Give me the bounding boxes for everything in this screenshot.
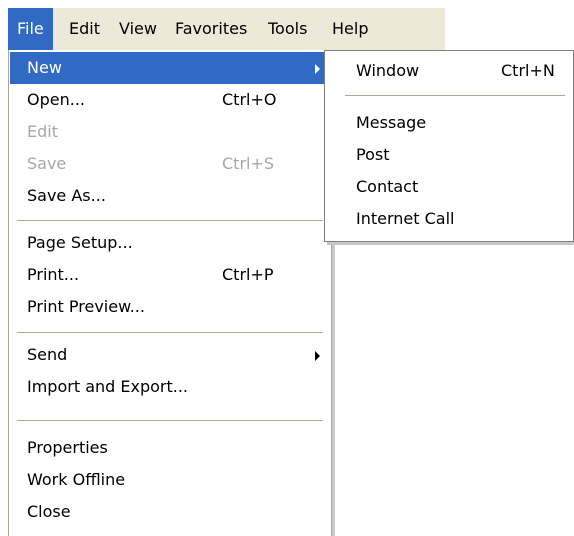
- screenshot-stage: File Edit View Favorites Tools Help New …: [0, 0, 574, 536]
- menu-item-label: Print Preview...: [27, 297, 145, 316]
- menu-item-label: Save As...: [27, 186, 106, 205]
- menu-item-label: Print...: [27, 265, 80, 284]
- menu-separator: [345, 95, 565, 97]
- menu-item-label: Window: [356, 61, 420, 80]
- menu-item-new[interactable]: New: [10, 52, 330, 84]
- menu-item-label: Contact: [356, 177, 419, 196]
- menu-item-label: Properties: [27, 438, 108, 457]
- menu-item-import-export[interactable]: Import and Export...: [10, 371, 330, 403]
- menu-item-print-preview[interactable]: Print Preview...: [10, 291, 330, 323]
- menu-item-send[interactable]: Send: [10, 339, 330, 371]
- menu-item-shortcut: Ctrl+S: [222, 154, 275, 173]
- menu-item-label: Close: [27, 502, 71, 521]
- submenu-arrow-icon: [315, 351, 320, 361]
- submenu-item-post[interactable]: Post: [326, 139, 572, 171]
- menu-help[interactable]: Help: [323, 8, 377, 50]
- menu-tools[interactable]: Tools: [259, 8, 316, 50]
- new-submenu: Window Ctrl+N Message Post Contact Inter…: [324, 50, 574, 242]
- menu-item-label: Internet Call: [356, 209, 455, 228]
- menu-item-label: Page Setup...: [27, 233, 133, 252]
- menu-item-label: Save: [27, 154, 67, 173]
- submenu-item-window[interactable]: Window Ctrl+N: [326, 55, 572, 87]
- menu-separator: [17, 220, 323, 222]
- menu-item-label: Post: [356, 145, 390, 164]
- menu-item-label: Edit: [27, 122, 58, 141]
- menu-favorites[interactable]: Favorites: [166, 8, 256, 50]
- menu-item-label: Message: [356, 113, 427, 132]
- menu-item-label: Import and Export...: [27, 377, 189, 396]
- menu-item-save-as[interactable]: Save As...: [10, 180, 330, 212]
- menu-item-shortcut: Ctrl+P: [222, 265, 274, 284]
- menu-item-save: Save Ctrl+S: [10, 148, 330, 180]
- menu-item-properties[interactable]: Properties: [10, 432, 330, 464]
- menu-item-shortcut: Ctrl+O: [222, 90, 277, 109]
- menu-item-print[interactable]: Print... Ctrl+P: [10, 259, 330, 291]
- menu-item-label: Send: [27, 345, 68, 364]
- menu-separator: [17, 420, 323, 422]
- menu-item-close[interactable]: Close: [10, 496, 330, 528]
- submenu-arrow-icon: [315, 64, 320, 74]
- menu-item-label: Work Offline: [27, 470, 126, 489]
- menu-view[interactable]: View: [110, 8, 166, 50]
- menu-item-open[interactable]: Open... Ctrl+O: [10, 84, 330, 116]
- menu-item-label: New: [27, 58, 62, 77]
- menu-item-page-setup[interactable]: Page Setup...: [10, 227, 330, 259]
- menu-item-work-offline[interactable]: Work Offline: [10, 464, 330, 496]
- submenu-item-internet-call[interactable]: Internet Call: [326, 203, 572, 235]
- menu-separator: [17, 332, 323, 334]
- file-menu-dropdown: New Open... Ctrl+O Edit Save Ctrl+S Save…: [8, 50, 332, 536]
- menu-item-label: Open...: [27, 90, 85, 109]
- submenu-item-message[interactable]: Message: [326, 107, 572, 139]
- menu-item-shortcut: Ctrl+N: [501, 61, 555, 80]
- menu-file[interactable]: File: [8, 8, 53, 50]
- menu-item-edit: Edit: [10, 116, 330, 148]
- submenu-item-contact[interactable]: Contact: [326, 171, 572, 203]
- menu-bar: File Edit View Favorites Tools Help: [8, 8, 445, 51]
- menu-edit[interactable]: Edit: [60, 8, 109, 50]
